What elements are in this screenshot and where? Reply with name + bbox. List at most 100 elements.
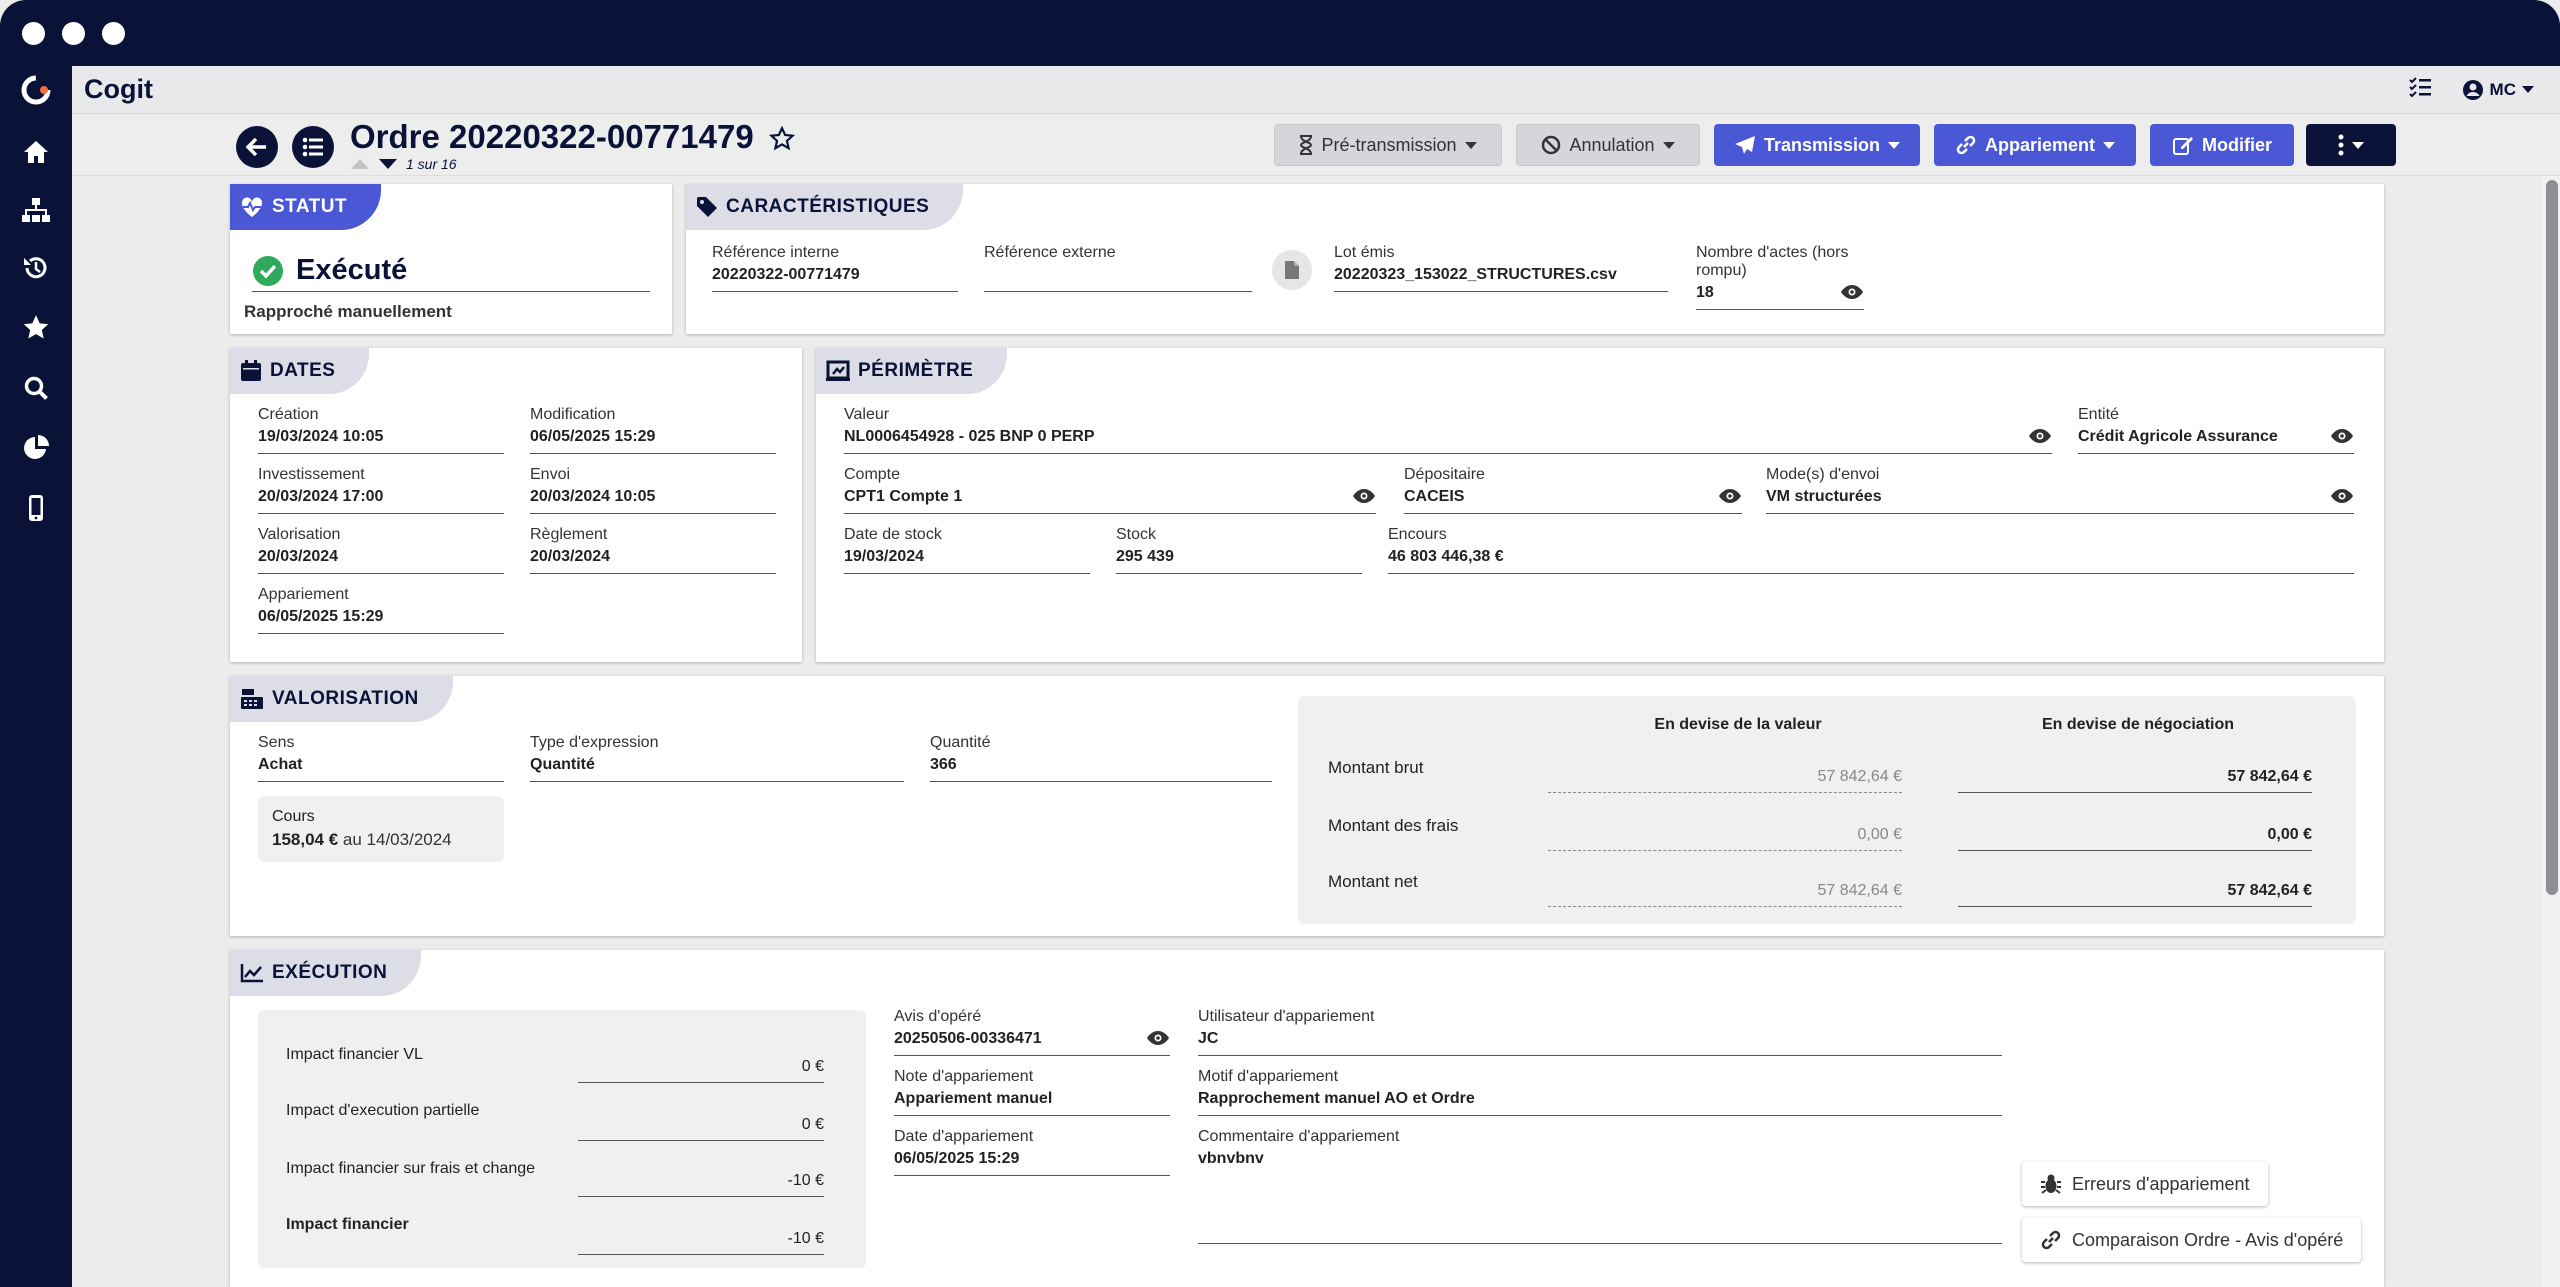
link-icon bbox=[1956, 135, 1976, 155]
eye-icon[interactable] bbox=[1146, 1030, 1170, 1046]
investissement-field: Investissement 20/03/2024 17:00 bbox=[258, 466, 504, 514]
modifier-button[interactable]: Modifier bbox=[2150, 124, 2294, 166]
perimeter-icon bbox=[826, 360, 850, 381]
file-icon[interactable] bbox=[1272, 250, 1312, 290]
order-title-text: Ordre 20220322-00771479 bbox=[350, 118, 754, 155]
creation-label: Création bbox=[258, 406, 319, 423]
check-circle-icon bbox=[253, 255, 283, 286]
eye-icon[interactable] bbox=[1840, 284, 1864, 300]
stock-field: Stock 295 439 bbox=[1116, 526, 1362, 574]
sens-value: Achat bbox=[258, 756, 504, 782]
eye-icon[interactable] bbox=[1718, 488, 1742, 504]
cogit-logo-icon[interactable] bbox=[0, 66, 72, 114]
ref-interne-label: Référence interne bbox=[712, 244, 840, 261]
user-menu[interactable]: MC bbox=[2462, 79, 2534, 101]
date-stock-field: Date de stock 19/03/2024 bbox=[844, 526, 1090, 574]
window-dot-close[interactable] bbox=[22, 22, 45, 45]
depositaire-label: Dépositaire bbox=[1404, 466, 1485, 483]
eye-icon[interactable] bbox=[2330, 428, 2354, 444]
eye-icon[interactable] bbox=[2330, 488, 2354, 504]
perimetre-card: PÉRIMÈTRE Valeur NL0006454928 - 025 BNP … bbox=[816, 348, 2384, 662]
appariement-date-label: Appariement bbox=[258, 586, 349, 603]
annulation-button[interactable]: Annulation bbox=[1516, 124, 1700, 166]
bug-icon bbox=[2041, 1174, 2061, 1194]
caracteristiques-title: CARACTÉRISTIQUES bbox=[726, 196, 930, 217]
home-icon[interactable] bbox=[18, 134, 54, 170]
statut-value: Exécuté bbox=[296, 254, 408, 286]
star-icon[interactable] bbox=[18, 310, 54, 346]
list-button[interactable] bbox=[292, 126, 334, 168]
montant-brut-valeur: 57 842,64 € bbox=[1548, 768, 1902, 793]
eye-icon[interactable] bbox=[2028, 428, 2052, 444]
modification-label: Modification bbox=[530, 406, 616, 423]
mobile-icon[interactable] bbox=[18, 490, 54, 526]
valeur-value: NL0006454928 - 025 BNP 0 PERP bbox=[844, 428, 2052, 454]
order-pager: 1 sur 16 bbox=[350, 156, 457, 172]
window-dot-minimize[interactable] bbox=[62, 22, 85, 45]
erreurs-appariement-button[interactable]: Erreurs d'appariement bbox=[2022, 1162, 2268, 1206]
window-dot-maximize[interactable] bbox=[102, 22, 125, 45]
envoi-label: Envoi bbox=[530, 466, 571, 483]
order-title: Ordre 20220322-00771479 bbox=[350, 118, 795, 156]
chevron-down-icon bbox=[1464, 141, 1477, 149]
montant-net-negociation: 57 842,64 € bbox=[1958, 882, 2312, 907]
comparaison-button[interactable]: Comparaison Ordre - Avis d'opéré bbox=[2022, 1218, 2362, 1262]
cash-register-icon bbox=[241, 689, 263, 709]
ref-interne-value: 20220322-00771479 bbox=[712, 266, 958, 292]
pie-chart-icon[interactable] bbox=[18, 430, 54, 466]
valorisation-card: VALORISATION Sens Achat Type d'expressio… bbox=[230, 676, 2384, 936]
valorisation-date-label: Valorisation bbox=[258, 526, 341, 543]
calendar-icon bbox=[241, 360, 261, 381]
statut-value-row: Exécuté bbox=[252, 254, 650, 292]
pager-text: 1 sur 16 bbox=[406, 156, 457, 172]
scrollbar-thumb[interactable] bbox=[2546, 180, 2558, 895]
date-appariement-value: 06/05/2025 15:29 bbox=[894, 1150, 1170, 1176]
stock-label: Stock bbox=[1116, 526, 1157, 543]
note-appariement-value: Appariement manuel bbox=[894, 1090, 1170, 1116]
valorisation-tab: VALORISATION bbox=[230, 676, 453, 722]
more-options-button[interactable] bbox=[2306, 124, 2396, 166]
commentaire-appariement-label: Commentaire d'appariement bbox=[1198, 1128, 1400, 1145]
caracteristiques-card: CARACTÉRISTIQUES Référence interne 20220… bbox=[686, 184, 2384, 334]
encours-label: Encours bbox=[1388, 526, 1447, 543]
search-icon[interactable] bbox=[18, 370, 54, 406]
tag-icon bbox=[697, 197, 717, 217]
investissement-value: 20/03/2024 17:00 bbox=[258, 488, 504, 514]
task-list-icon[interactable] bbox=[2408, 76, 2432, 103]
valorisation-title: VALORISATION bbox=[272, 688, 419, 709]
valeur-field: Valeur NL0006454928 - 025 BNP 0 PERP bbox=[844, 406, 2052, 454]
cours-date: au 14/03/2024 bbox=[342, 830, 452, 849]
appariement-date-field: Appariement 06/05/2025 15:29 bbox=[258, 586, 504, 634]
montant-net-valeur: 57 842,64 € bbox=[1548, 882, 1902, 907]
user-initials: MC bbox=[2489, 79, 2516, 99]
commentaire-appariement-value[interactable]: vbnvbnv bbox=[1198, 1150, 2002, 1244]
paper-plane-icon bbox=[1734, 136, 1755, 154]
back-button[interactable] bbox=[236, 126, 278, 168]
modes-envoi-value: VM structurées bbox=[1766, 488, 2354, 514]
triangle-up-icon[interactable] bbox=[350, 158, 370, 170]
sitemap-icon[interactable] bbox=[18, 192, 54, 228]
appariement-button[interactable]: Appariement bbox=[1934, 124, 2136, 166]
entite-value: Crédit Agricole Assurance bbox=[2078, 428, 2354, 454]
nb-actes-label: Nombre d'actes (hors rompu) bbox=[1696, 244, 1849, 279]
appariement-label: Appariement bbox=[1984, 134, 2096, 155]
history-icon[interactable] bbox=[18, 250, 54, 286]
chevron-down-icon bbox=[1888, 141, 1901, 149]
avis-opere-value: 20250506-00336471 bbox=[894, 1030, 1170, 1056]
type-expression-value: Quantité bbox=[530, 756, 904, 782]
favorite-star-icon[interactable] bbox=[768, 125, 795, 152]
depositaire-value: CACEIS bbox=[1404, 488, 1742, 514]
erreurs-appariement-label: Erreurs d'appariement bbox=[2072, 1173, 2250, 1194]
eye-icon[interactable] bbox=[1352, 488, 1376, 504]
transmission-button[interactable]: Transmission bbox=[1714, 124, 1920, 166]
montants-box: En devise de la valeur En devise de négo… bbox=[1298, 696, 2356, 924]
montant-frais-negociation: 0,00 € bbox=[1958, 826, 2312, 851]
montant-brut-label: Montant brut bbox=[1328, 758, 1424, 777]
annulation-label: Annulation bbox=[1569, 134, 1655, 155]
triangle-down-icon[interactable] bbox=[378, 158, 398, 170]
execution-tab: EXÉCUTION bbox=[230, 950, 422, 996]
cours-box: Cours 158,04 € au 14/03/2024 bbox=[258, 796, 504, 862]
note-appariement-field: Note d'appariement Appariement manuel bbox=[894, 1068, 1170, 1116]
pre-transmission-button[interactable]: Pré-transmission bbox=[1274, 124, 1502, 166]
encours-field: Encours 46 803 446,38 € bbox=[1388, 526, 2354, 574]
